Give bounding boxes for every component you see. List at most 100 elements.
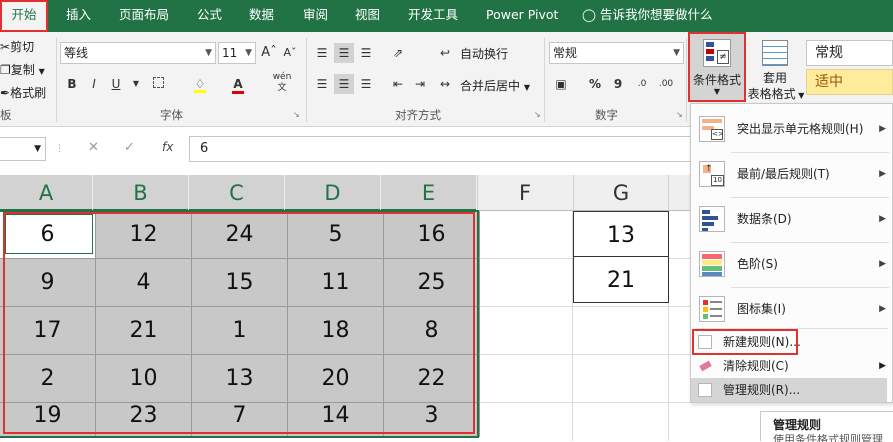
tooltip-title: 管理规则 bbox=[773, 418, 822, 432]
dialog-launcher-icon[interactable]: ↘ bbox=[534, 110, 541, 119]
orientation-icon[interactable]: ⇗ bbox=[388, 43, 408, 63]
bold-button[interactable]: B bbox=[62, 74, 82, 94]
divider bbox=[56, 38, 57, 122]
top-bottom-icon: ↑ 10 bbox=[699, 161, 725, 187]
copy-button[interactable]: ❐复制 ▼ bbox=[0, 61, 45, 78]
align-center-icon[interactable]: ☰ bbox=[334, 74, 354, 94]
cell-g1[interactable]: 13 bbox=[573, 211, 669, 258]
alignment-group-label: 对齐方式 bbox=[395, 108, 441, 122]
font-color-button[interactable]: A bbox=[228, 74, 248, 94]
column-header-d[interactable]: D bbox=[285, 175, 380, 211]
insert-function-icon[interactable]: fx bbox=[162, 140, 173, 154]
wrap-text-button[interactable]: 自动换行 bbox=[460, 45, 508, 62]
increase-decimal-icon[interactable]: .0 bbox=[632, 74, 652, 94]
tab-developer[interactable]: 开发工具 bbox=[408, 0, 458, 32]
menu-item-manage-rules[interactable]: 管理规则(R)... bbox=[691, 378, 887, 402]
tab-page-layout[interactable]: 页面布局 bbox=[119, 0, 169, 32]
underline-button[interactable]: U bbox=[106, 74, 126, 94]
decrease-indent-icon[interactable]: ⇤ bbox=[388, 74, 408, 94]
increase-indent-icon[interactable]: ⇥ bbox=[410, 74, 430, 94]
cell-g2[interactable]: 21 bbox=[573, 256, 669, 303]
clipboard-group-label: 板 bbox=[0, 108, 12, 122]
menu-item-new-rule[interactable]: 新建规则(N)... bbox=[691, 329, 892, 355]
italic-button[interactable]: I bbox=[84, 74, 104, 94]
column-header-g[interactable]: G bbox=[573, 175, 669, 211]
menu-item-icon-sets[interactable]: 图标集(I) ▶ bbox=[691, 288, 892, 331]
wrap-text-icon: ↩ bbox=[439, 46, 451, 60]
column-header-a[interactable]: A bbox=[0, 175, 92, 211]
tab-insert[interactable]: 插入 bbox=[66, 0, 91, 32]
conditional-formatting-button[interactable]: ≠ 条件格式 ▼ bbox=[688, 32, 746, 102]
scissors-icon: ✂ bbox=[0, 40, 11, 54]
dialog-launcher-icon[interactable]: ↘ bbox=[293, 110, 300, 119]
fill-color-button[interactable]: ♢ bbox=[190, 74, 210, 94]
font-size-combo[interactable]: 11 ▼ bbox=[218, 42, 256, 64]
borders-button[interactable] bbox=[148, 74, 168, 94]
ribbon-tab-bar: 开始 插入 页面布局 公式 数据 审阅 视图 开发工具 Power Pivot … bbox=[0, 0, 893, 32]
menu-item-top-bottom-rules[interactable]: ↑ 10 最前/最后规则(T) ▶ bbox=[691, 153, 892, 196]
tab-formulas[interactable]: 公式 bbox=[197, 0, 222, 32]
name-box[interactable]: ▼ bbox=[0, 137, 46, 161]
divider bbox=[544, 38, 545, 122]
align-middle-icon[interactable]: ☰ bbox=[334, 43, 354, 63]
format-painter-button[interactable]: ✒格式刷 bbox=[0, 84, 46, 101]
menu-item-clear-rules[interactable]: 清除规则(C) ▶ bbox=[691, 354, 892, 378]
chevron-down-icon: ▼ bbox=[523, 83, 530, 92]
chevron-down-icon: ▼ bbox=[795, 91, 805, 100]
tab-review[interactable]: 审阅 bbox=[303, 0, 328, 32]
column-header-f[interactable]: F bbox=[477, 175, 572, 211]
chevron-right-icon: ▶ bbox=[879, 124, 886, 134]
align-top-icon[interactable]: ☰ bbox=[312, 43, 332, 63]
format-as-table-button[interactable]: 套用 表格格式 ▼ bbox=[748, 36, 804, 101]
chevron-down-icon[interactable]: ▼ bbox=[126, 74, 146, 94]
column-header-b[interactable]: B bbox=[93, 175, 188, 211]
column-header-c[interactable]: C bbox=[189, 175, 284, 211]
grow-font-button[interactable]: Aˆ bbox=[259, 43, 279, 63]
column-header-e[interactable]: E bbox=[381, 175, 476, 211]
tab-view[interactable]: 视图 bbox=[355, 0, 380, 32]
chevron-right-icon: ▶ bbox=[879, 169, 886, 179]
chevron-down-icon: ▼ bbox=[205, 48, 212, 58]
active-cell-border bbox=[5, 214, 93, 254]
accounting-format-icon[interactable]: ▣ bbox=[551, 74, 571, 94]
table-icon bbox=[762, 40, 788, 66]
font-color-icon: A bbox=[232, 78, 244, 94]
enter-icon[interactable]: ✓ bbox=[124, 140, 135, 155]
dialog-launcher-icon[interactable]: ↘ bbox=[676, 110, 683, 119]
chevron-down-icon: ▼ bbox=[245, 48, 252, 58]
menu-item-highlight-cells-rules[interactable]: <> 突出显示单元格规则(H) ▶ bbox=[691, 108, 892, 151]
menu-item-data-bars[interactable]: 数据条(D) ▶ bbox=[691, 198, 892, 241]
eraser-icon bbox=[698, 359, 712, 373]
tab-data[interactable]: 数据 bbox=[249, 0, 274, 32]
align-bottom-icon[interactable]: ☰ bbox=[356, 43, 376, 63]
cut-button[interactable]: ✂剪切 bbox=[0, 38, 34, 55]
color-scales-icon bbox=[699, 251, 725, 277]
highlight-cells-icon: <> bbox=[699, 116, 725, 142]
percent-button[interactable]: % bbox=[585, 74, 605, 94]
cancel-icon[interactable]: ✕ bbox=[88, 140, 99, 155]
icon-sets-icon bbox=[699, 296, 725, 322]
tab-home[interactable]: 开始 bbox=[0, 0, 48, 32]
number-format-combo[interactable]: 常规 ▼ bbox=[549, 42, 684, 64]
phonetic-button[interactable]: wén 文 bbox=[270, 72, 294, 93]
align-right-icon[interactable]: ☰ bbox=[356, 74, 376, 94]
chevron-down-icon: ▼ bbox=[673, 48, 680, 58]
conditional-formatting-menu: <> 突出显示单元格规则(H) ▶ ↑ 10 最前/最后规则(T) ▶ 数据条(… bbox=[690, 103, 893, 403]
lightbulb-icon: ◯ bbox=[582, 7, 596, 22]
style-neutral[interactable]: 适中 bbox=[806, 69, 893, 95]
tooltip: 管理规则 使用条件格式规则管理 bbox=[760, 411, 893, 442]
decrease-decimal-icon[interactable]: .00 bbox=[656, 74, 676, 94]
style-normal[interactable]: 常规 bbox=[806, 40, 893, 66]
paint-bucket-icon: ♢ bbox=[194, 77, 206, 93]
divider bbox=[686, 38, 687, 122]
menu-item-color-scales[interactable]: 色阶(S) ▶ bbox=[691, 243, 892, 286]
font-name-combo[interactable]: 等线 ▼ bbox=[60, 42, 216, 64]
comma-style-button[interactable]: 9 bbox=[608, 74, 628, 94]
shrink-font-button[interactable]: Aˇ bbox=[280, 43, 300, 63]
tell-me-box[interactable]: ◯ 告诉我你想要做什么 bbox=[582, 0, 713, 32]
align-left-icon[interactable]: ☰ bbox=[312, 74, 332, 94]
brush-icon: ✒ bbox=[0, 86, 11, 100]
chevron-down-icon: ▼ bbox=[34, 144, 41, 154]
tab-power-pivot[interactable]: Power Pivot bbox=[486, 0, 558, 32]
merge-center-button[interactable]: 合并后居中 ▼ bbox=[460, 77, 530, 94]
